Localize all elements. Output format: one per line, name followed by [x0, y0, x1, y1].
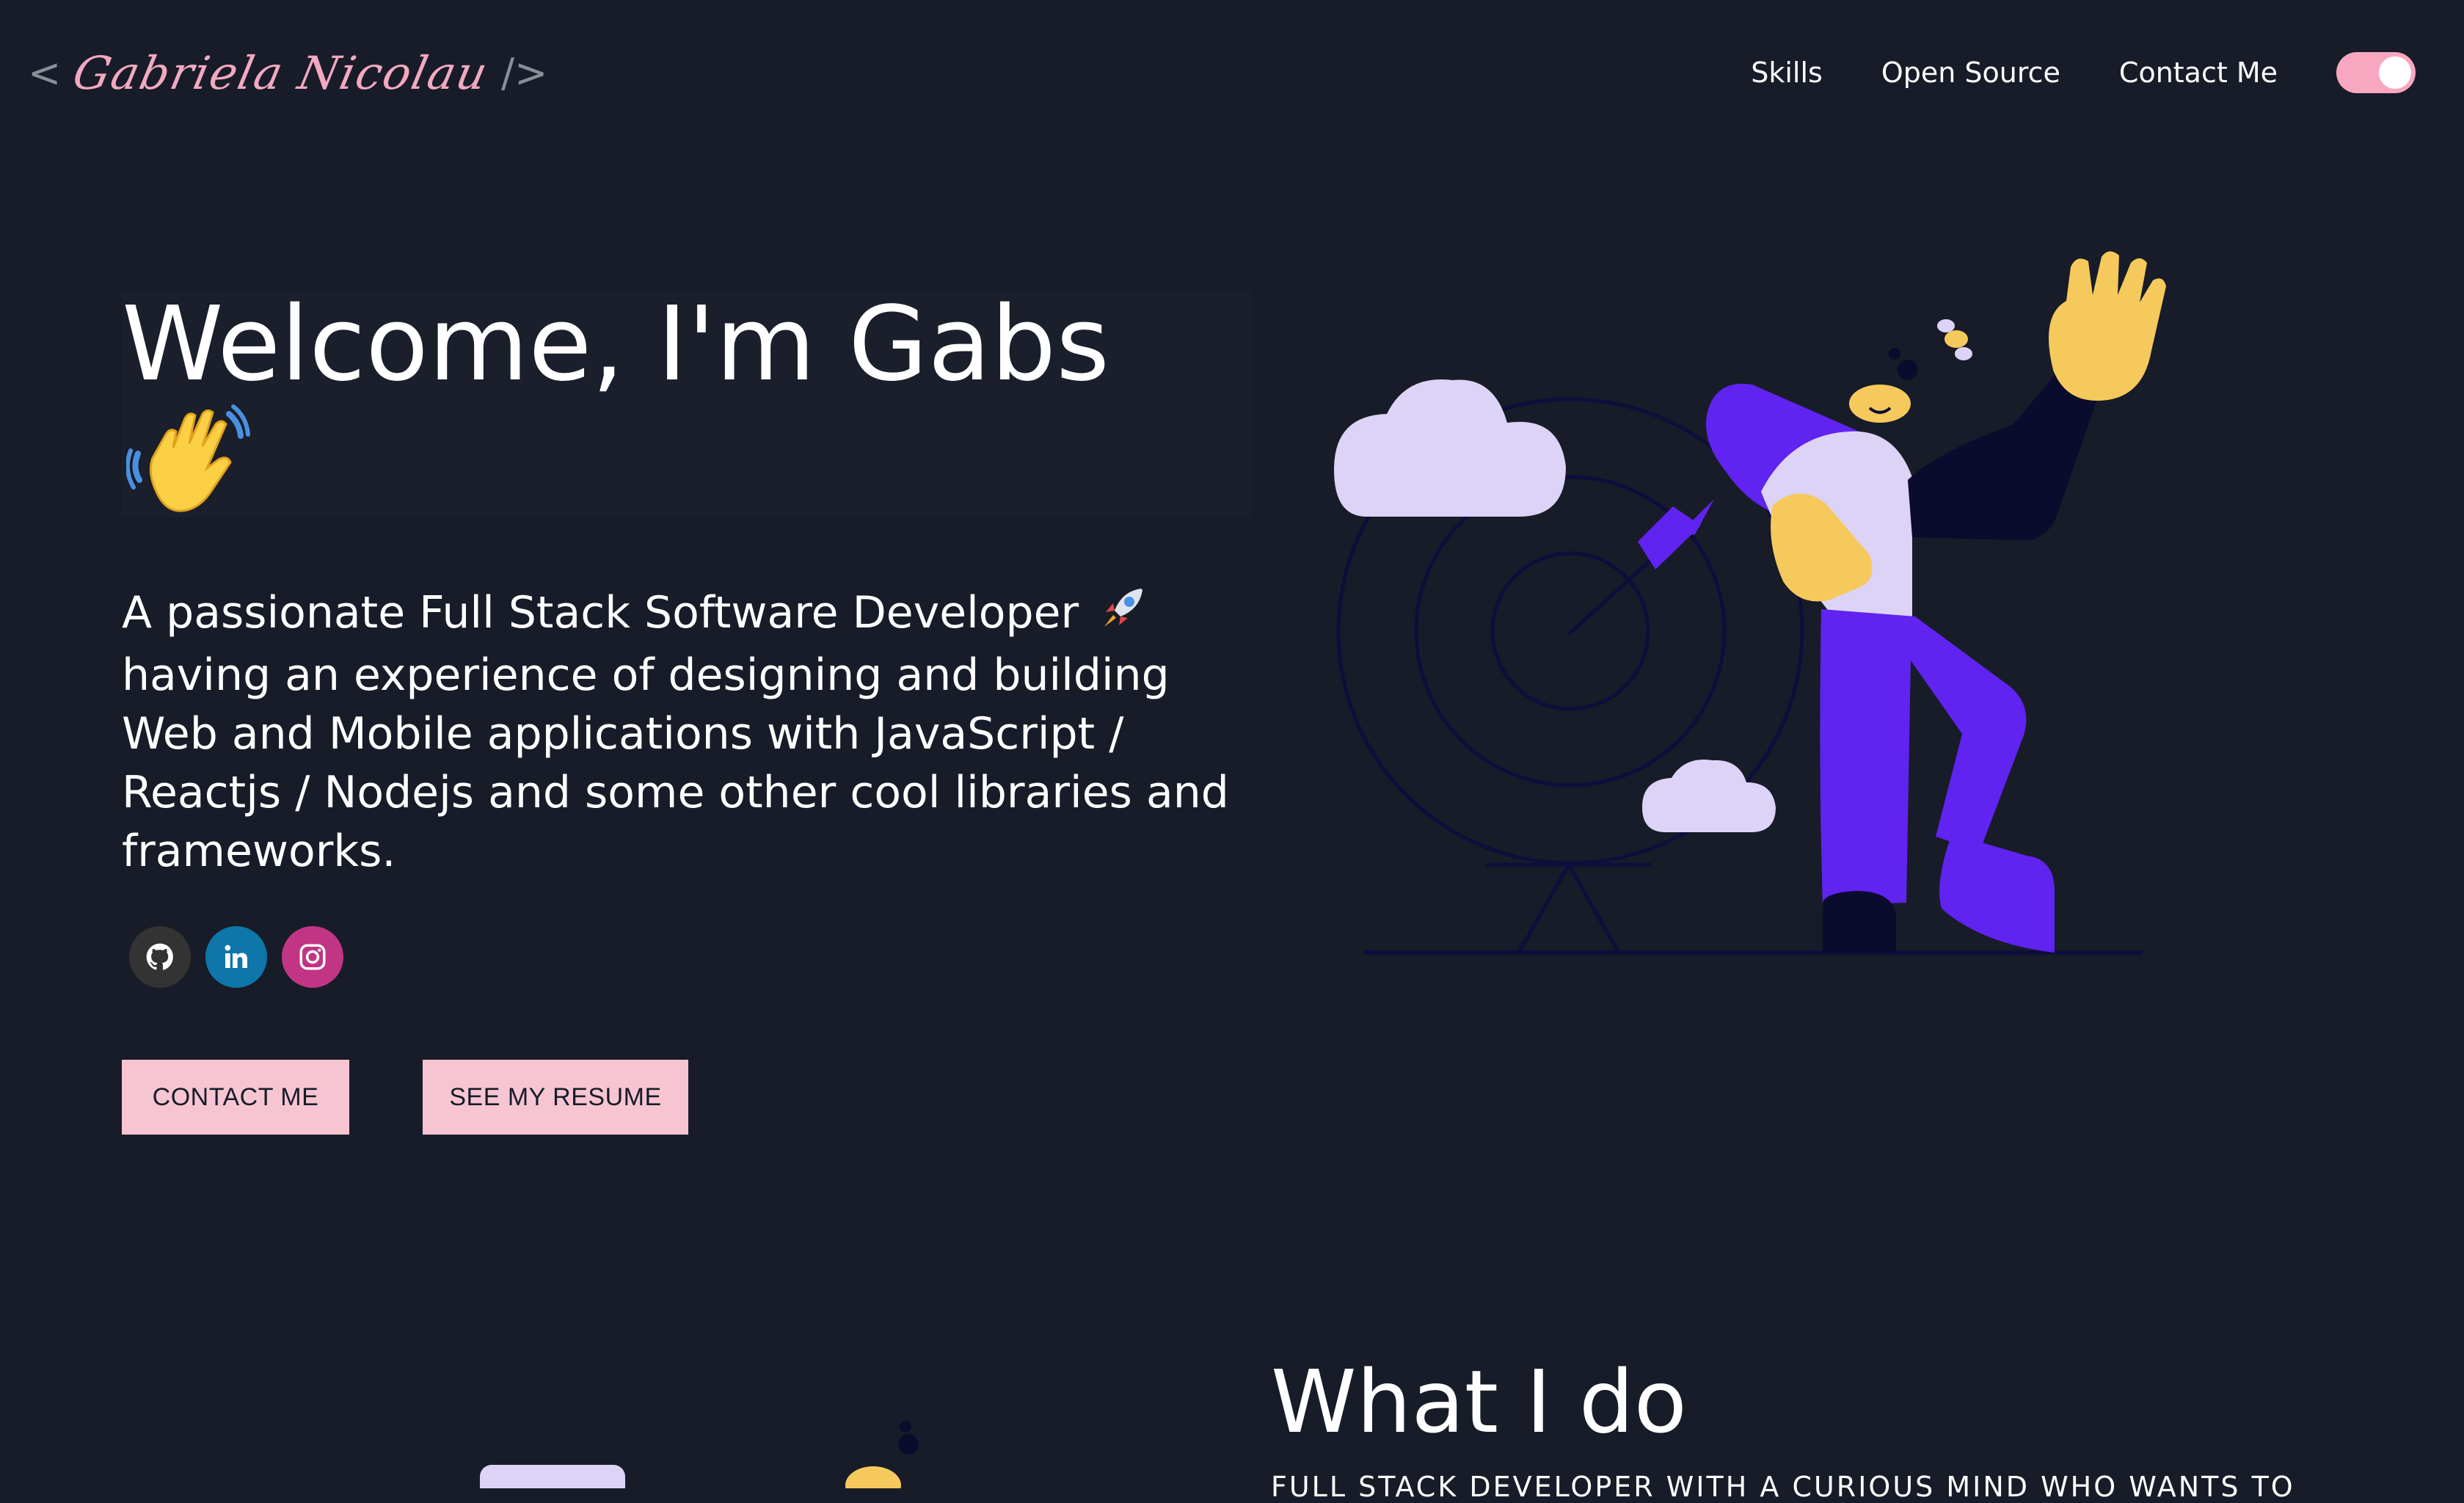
instagram-icon [299, 944, 326, 970]
social-links [129, 926, 358, 988]
linkedin-link[interactable] [205, 926, 267, 988]
github-icon [146, 943, 173, 970]
linkedin-icon [225, 945, 247, 968]
theme-toggle[interactable] [2336, 52, 2416, 93]
contact-me-button[interactable]: CONTACT ME [122, 1060, 349, 1135]
waving-hand-icon [125, 402, 251, 520]
nav-link-contact-me[interactable]: Contact Me [2119, 57, 2278, 89]
developer-illustration [1277, 250, 2231, 986]
what-i-do-subtitle: FULL STACK DEVELOPER WITH A CURIOUS MIND… [1271, 1471, 2295, 1503]
see-resume-button[interactable]: SEE MY RESUME [423, 1060, 688, 1135]
logo[interactable]: < Gabriela Nicolau /> [28, 32, 547, 113]
hero-title: Welcome, I'm Gabs [122, 290, 1252, 517]
nav-link-skills[interactable]: Skills [1751, 57, 1823, 89]
logo-close-bracket: /> [500, 49, 548, 96]
hero-description-line: A passionate Full Stack Software Develop… [122, 587, 1079, 638]
github-link[interactable] [129, 926, 191, 988]
what-i-do-title: What I do [1271, 1351, 1687, 1452]
instagram-link[interactable] [282, 926, 343, 988]
nav-link-open-source[interactable]: Open Source [1881, 57, 2060, 89]
hero-description-rest: having an experience of designing and bu… [122, 649, 1229, 878]
main-nav: Skills Open Source Contact Me [1751, 47, 2464, 98]
hero-description: A passionate Full Stack Software Develop… [122, 583, 1252, 881]
rocket-icon [1100, 584, 1147, 646]
skills-illustration [470, 1416, 939, 1503]
logo-signature: Gabriela Nicolau [68, 46, 494, 100]
toggle-knob [2379, 57, 2411, 89]
logo-open-bracket: < [28, 49, 62, 96]
